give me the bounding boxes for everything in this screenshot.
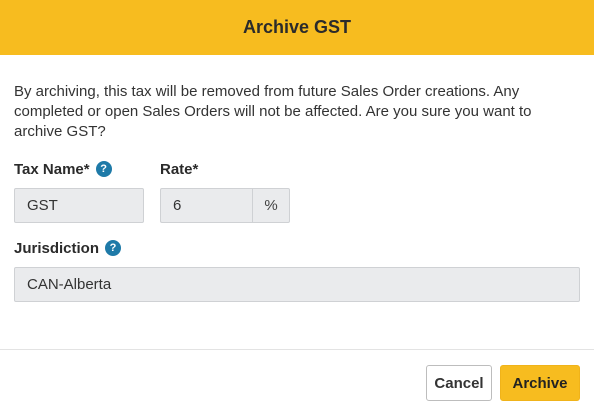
jurisdiction-value: CAN-Alberta (27, 276, 112, 293)
footer-divider (0, 349, 594, 350)
rate-field[interactable]: 6 (160, 188, 252, 223)
dialog-footer: Cancel Archive (426, 365, 580, 401)
help-icon[interactable]: ? (105, 240, 122, 256)
help-icon[interactable]: ? (95, 161, 112, 177)
rate-group: Rate* 6 % (160, 158, 290, 223)
tax-name-label: Tax Name* (14, 160, 90, 178)
tax-name-group: Tax Name* ? GST (14, 158, 144, 223)
tax-name-value: GST (27, 197, 58, 214)
archive-message: By archiving, this tax will be removed f… (14, 83, 532, 140)
tax-name-label-row: Tax Name* ? (14, 158, 144, 180)
dialog-header: Archive GST (0, 0, 594, 55)
archive-tax-dialog: Archive GST By archiving, this tax will … (0, 0, 594, 414)
jurisdiction-label-row: Jurisdiction ? (14, 237, 580, 259)
rate-input-group: 6 % (160, 188, 290, 223)
tax-fields-row: Tax Name* ? GST Rate* 6 % (14, 158, 580, 223)
dialog-body: By archiving, this tax will be removed f… (0, 55, 594, 302)
jurisdiction-group: Jurisdiction ? CAN-Alberta (14, 237, 580, 302)
rate-label-row: Rate* (160, 158, 290, 180)
cancel-button[interactable]: Cancel (426, 365, 492, 401)
tax-name-field[interactable]: GST (14, 188, 144, 223)
jurisdiction-field[interactable]: CAN-Alberta (14, 267, 580, 302)
percent-suffix: % (252, 188, 290, 223)
dialog-title: Archive GST (242, 17, 352, 37)
rate-value: 6 (173, 197, 182, 214)
jurisdiction-label: Jurisdiction (14, 239, 100, 257)
archive-button[interactable]: Archive (500, 365, 580, 401)
rate-label: Rate* (160, 160, 199, 178)
